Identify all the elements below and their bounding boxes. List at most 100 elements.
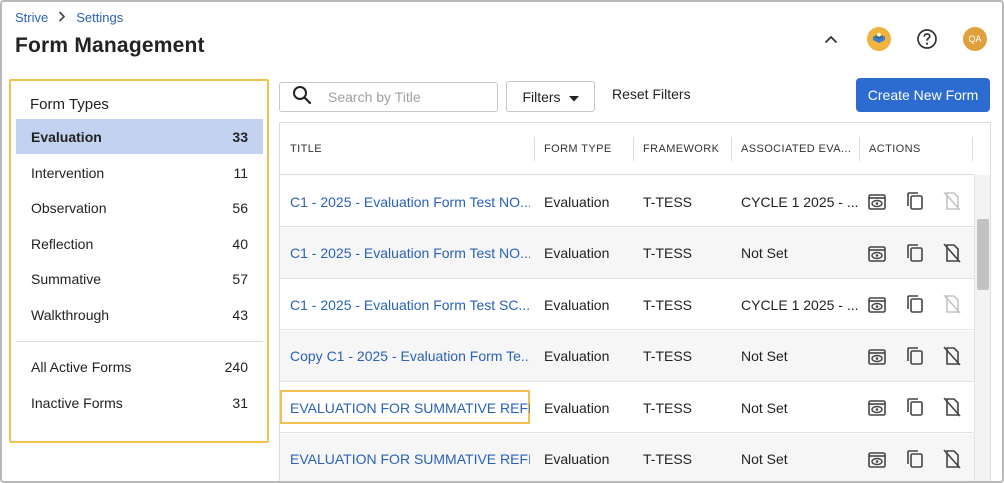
- preview-icon[interactable]: [867, 398, 887, 418]
- form-type-label: Summative: [31, 270, 102, 287]
- scrollbar-thumb[interactable]: [977, 219, 989, 290]
- form-type-count: 43: [232, 306, 248, 323]
- copy-icon[interactable]: [905, 294, 925, 314]
- table-row: C1 - 2025 - Evaluation Form Test NO... Ev…: [280, 176, 974, 227]
- page-title: Form Management: [15, 34, 205, 57]
- form-type-reflection[interactable]: Reflection 40: [16, 226, 263, 261]
- form-type-label: Evaluation: [31, 128, 102, 145]
- preview-icon[interactable]: [867, 295, 887, 315]
- search-box[interactable]: [279, 82, 498, 112]
- delete-form-icon[interactable]: [942, 345, 962, 366]
- column-header-form-type[interactable]: FORM TYPE: [534, 123, 633, 175]
- filters-label: Filters: [522, 88, 561, 105]
- form-type-cell: Evaluation: [544, 348, 610, 364]
- search-input[interactable]: [328, 89, 478, 105]
- form-type-intervention[interactable]: Intervention 11: [16, 155, 263, 190]
- form-title-link[interactable]: C1 - 2025 - Evaluation Form Test NO...: [280, 176, 530, 227]
- form-type-count: 240: [224, 358, 248, 375]
- delete-form-icon[interactable]: [942, 397, 962, 417]
- form-title-link[interactable]: Copy C1 - 2025 - Evaluation Form Te...: [280, 331, 530, 382]
- form-type-summative[interactable]: Summative 57: [16, 261, 263, 296]
- form-type-label: Inactive Forms: [31, 394, 123, 411]
- filters-button[interactable]: Filters: [506, 81, 595, 112]
- table-scrollbar[interactable]: [974, 175, 990, 481]
- form-title-link[interactable]: EVALUATION FOR SUMMATIVE REFI...: [280, 434, 530, 482]
- form-type-count: 31: [232, 394, 248, 411]
- preview-icon[interactable]: [867, 192, 887, 212]
- help-icon[interactable]: [914, 26, 940, 52]
- associated-cell: Not Set: [741, 451, 788, 467]
- form-type-count: 11: [233, 164, 248, 181]
- copy-icon[interactable]: [905, 243, 925, 263]
- preview-icon[interactable]: [867, 244, 887, 264]
- form-title-link[interactable]: C1 - 2025 - Evaluation Form Test NO...: [280, 228, 530, 279]
- preview-icon[interactable]: [867, 450, 887, 470]
- framework-cell: T-TESS: [643, 296, 693, 313]
- breadcrumb: Strive Settings: [15, 10, 123, 25]
- framework-cell: T-TESS: [643, 348, 693, 364]
- framework-cell: T-TESS: [643, 399, 693, 416]
- chevron-right-icon: [58, 10, 66, 25]
- framework-cell: T-TESS: [643, 193, 693, 210]
- form-type-inactive[interactable]: Inactive Forms 31: [16, 385, 263, 420]
- associated-cell: Not Set: [741, 399, 788, 416]
- associated-cell: CYCLE 1 2025 - ...: [741, 193, 859, 210]
- preview-icon[interactable]: [867, 347, 887, 367]
- table-row: C1 - 2025 - Evaluation Form Test NO... Ev…: [280, 227, 974, 279]
- search-icon: [292, 85, 312, 110]
- form-type-cell: Evaluation: [544, 193, 610, 210]
- table-row: Copy C1 - 2025 - Evaluation Form Te... Ev…: [280, 330, 974, 382]
- form-type-cell: Evaluation: [544, 451, 610, 467]
- form-type-count: 40: [232, 235, 248, 252]
- form-type-count: 57: [232, 270, 248, 287]
- breadcrumb-link-settings[interactable]: Settings: [76, 10, 123, 25]
- copy-icon[interactable]: [905, 346, 925, 366]
- table-row: EVALUATION FOR SUMMATIVE REFI... Evaluati…: [280, 382, 974, 433]
- form-type-walkthrough[interactable]: Walkthrough 43: [16, 297, 263, 332]
- form-type-count: 33: [232, 128, 248, 145]
- form-type-cell: Evaluation: [544, 296, 610, 313]
- breadcrumb-link-strive[interactable]: Strive: [15, 10, 48, 25]
- associated-cell: Not Set: [741, 245, 788, 261]
- form-type-evaluation[interactable]: Evaluation 33: [16, 119, 263, 154]
- table-row: C1 - 2025 - Evaluation Form Test SC... Ev…: [280, 279, 974, 330]
- header-actions: QA: [818, 26, 988, 52]
- user-avatar[interactable]: QA: [962, 26, 988, 52]
- copy-icon[interactable]: [905, 449, 925, 469]
- form-type-label: All Active Forms: [31, 358, 132, 375]
- column-header-title[interactable]: TITLE: [280, 123, 534, 175]
- create-new-form-button[interactable]: Create New Form: [856, 78, 990, 112]
- forms-table: TITLE FORM TYPE FRAMEWORK ASSOCIATED EVA…: [279, 122, 991, 482]
- app-frame: Strive Settings Form Management QA Form …: [0, 0, 1004, 483]
- delete-form-icon[interactable]: [942, 448, 962, 469]
- framework-cell: T-TESS: [643, 245, 693, 261]
- framework-cell: T-TESS: [643, 451, 693, 467]
- form-type-label: Walkthrough: [31, 306, 110, 323]
- associated-cell: Not Set: [741, 348, 788, 364]
- form-title-link[interactable]: C1 - 2025 - Evaluation Form Test SC...: [280, 279, 530, 330]
- column-header-actions: ACTIONS: [869, 143, 921, 155]
- associated-cell: CYCLE 1 2025 - ...: [741, 296, 859, 313]
- delete-form-icon: [942, 191, 962, 211]
- form-type-label: Reflection: [31, 235, 94, 252]
- form-title-link[interactable]: EVALUATION FOR SUMMATIVE REFI...: [280, 382, 530, 433]
- column-header-associated[interactable]: ASSOCIATED EVA...: [731, 123, 859, 175]
- form-types-title: Form Types: [30, 96, 109, 113]
- table-row: EVALUATION FOR SUMMATIVE REFI... Evaluati…: [280, 433, 974, 482]
- table-header: TITLE FORM TYPE FRAMEWORK ASSOCIATED EVA…: [280, 123, 974, 175]
- strive-logo-icon[interactable]: [866, 26, 892, 52]
- copy-icon[interactable]: [905, 397, 925, 417]
- avatar-initials: QA: [963, 27, 987, 51]
- delete-form-icon: [942, 294, 962, 314]
- form-type-cell: Evaluation: [544, 399, 610, 416]
- form-type-all-active[interactable]: All Active Forms 240: [16, 349, 263, 384]
- form-type-observation[interactable]: Observation 56: [16, 190, 263, 225]
- delete-form-icon[interactable]: [942, 242, 962, 263]
- form-type-label: Intervention: [31, 164, 105, 181]
- copy-icon[interactable]: [905, 191, 925, 211]
- form-type-label: Observation: [31, 199, 107, 216]
- form-type-count: 56: [232, 199, 248, 216]
- column-header-framework[interactable]: FRAMEWORK: [633, 123, 732, 175]
- chevron-up-icon[interactable]: [818, 26, 844, 52]
- reset-filters-button[interactable]: Reset Filters: [612, 86, 691, 102]
